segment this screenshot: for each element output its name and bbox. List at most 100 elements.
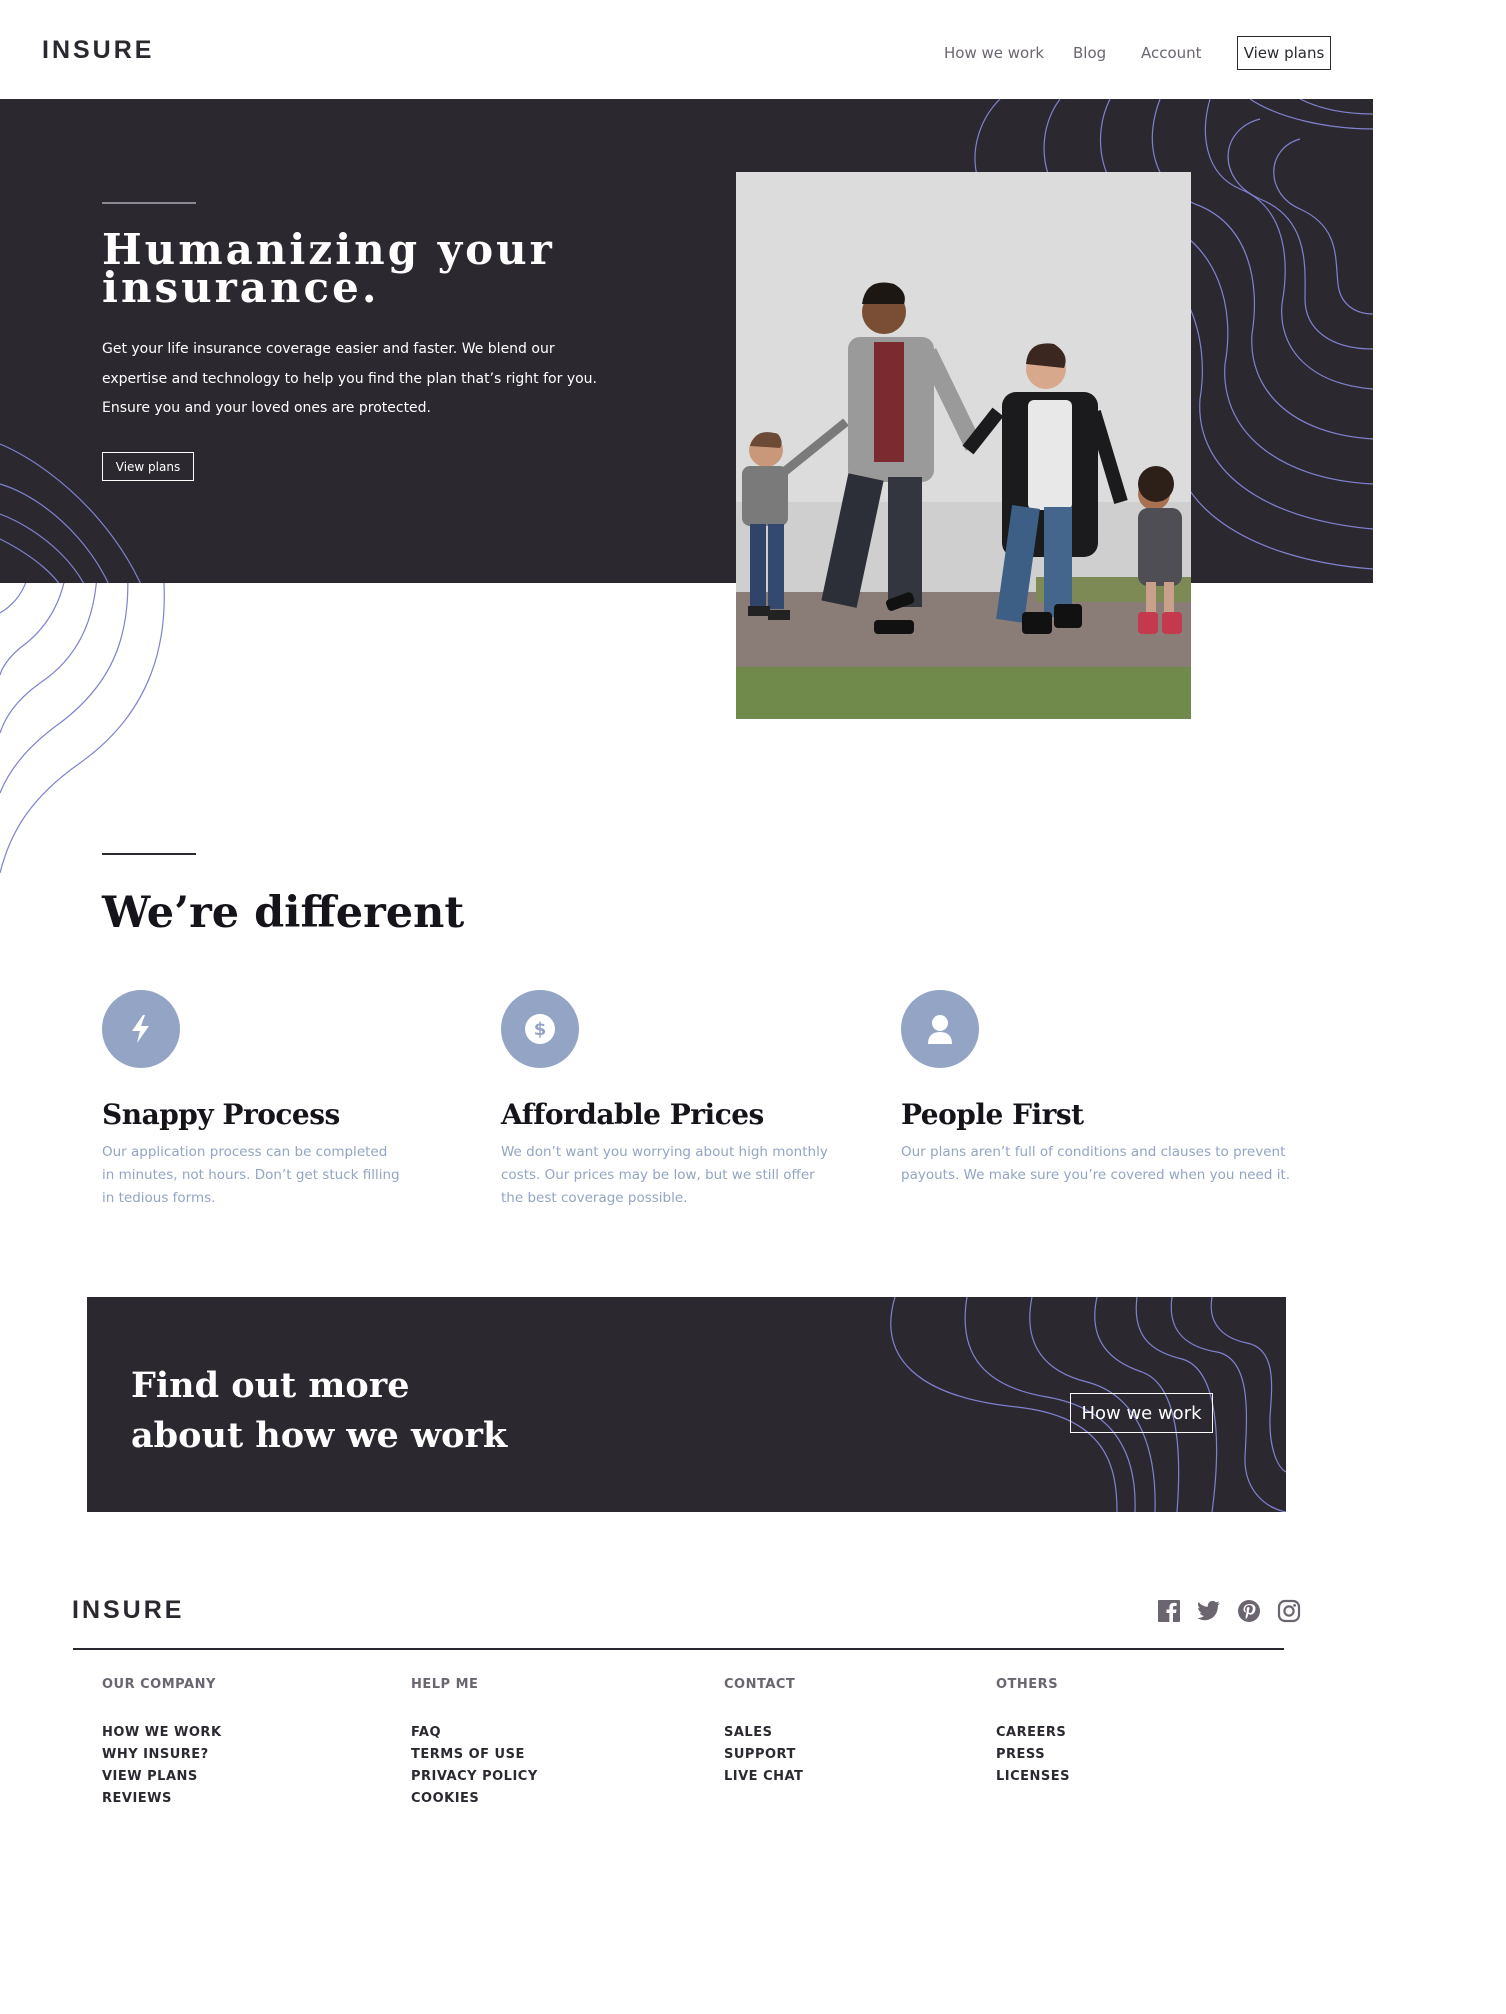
left-contour-lines [0, 583, 165, 873]
footer-link-list: FAQ TERMS OF USE PRIVACY POLICY COOKIES [411, 1722, 538, 1810]
footer-link[interactable]: FAQ [411, 1722, 538, 1744]
feature-card: Snappy Process Our application process c… [102, 990, 492, 1210]
footer-column-heading: HELP ME [411, 1677, 479, 1692]
man-jeans-right [888, 477, 922, 607]
girl-leg [1164, 582, 1174, 617]
facebook-link[interactable] [1156, 1598, 1182, 1624]
contour-line [1227, 118, 1373, 350]
woman-boot [1054, 604, 1082, 628]
footer-link-list: SALES SUPPORT LIVE CHAT [724, 1722, 803, 1788]
facebook-icon [1158, 1600, 1180, 1622]
footer-column-heading: CONTACT [724, 1677, 796, 1692]
footer-link[interactable]: CAREERS [996, 1722, 1070, 1744]
grass [736, 667, 1191, 719]
cta-title-line: Find out more [131, 1365, 410, 1406]
pinterest-icon [1238, 1600, 1260, 1622]
footer-link[interactable]: REVIEWS [102, 1788, 222, 1810]
hero-family-photo [736, 172, 1191, 719]
boy-jeans-right [768, 524, 784, 609]
footer-link[interactable]: PRESS [996, 1744, 1070, 1766]
footer-column-help-me: HELP ME FAQ TERMS OF USE PRIVACY POLICY … [411, 1677, 538, 1810]
footer-link[interactable]: VIEW PLANS [102, 1766, 222, 1788]
feature-title: Snappy Process [102, 1098, 340, 1131]
hero-title: Humanizing your insurance. [102, 229, 622, 309]
footer-link[interactable]: TERMS OF USE [411, 1744, 538, 1766]
footer-link[interactable]: COOKIES [411, 1788, 538, 1810]
boy-jeans-left [750, 524, 766, 609]
feature-title: Affordable Prices [501, 1098, 764, 1131]
footer-column-heading: OTHERS [996, 1677, 1059, 1692]
hero-title-line: insurance. [102, 263, 380, 312]
sidewalk [736, 592, 1191, 672]
footer-divider [73, 1648, 1284, 1650]
main-nav: How we work Blog Account View plans [0, 36, 1506, 72]
pinterest-link[interactable] [1236, 1598, 1262, 1624]
contour-line [1249, 99, 1373, 130]
hero-view-plans-button[interactable]: View plans [102, 452, 194, 481]
feature-card: $ Affordable Prices We don’t want you wo… [501, 990, 891, 1210]
feature-title: People First [901, 1098, 1084, 1131]
girl-leg [1146, 582, 1156, 617]
footer-column-others: OTHERS CAREERS PRESS LICENSES [996, 1677, 1070, 1788]
boy-shoe [748, 606, 770, 616]
footer-link[interactable]: PRIVACY POLICY [411, 1766, 538, 1788]
boy-shirt [742, 466, 788, 526]
view-plans-button[interactable]: View plans [1237, 36, 1331, 70]
footer-link[interactable]: LICENSES [996, 1766, 1070, 1788]
section-title: We’re different [102, 888, 465, 938]
twitter-icon [1197, 1600, 1220, 1621]
feature-text: Our application process can be completed… [102, 1144, 400, 1206]
girl-hair [1138, 466, 1174, 502]
contour-line [0, 538, 60, 583]
contour-line [0, 483, 109, 583]
contour-line [0, 513, 84, 583]
cta-title: Find out more about how we work [131, 1361, 551, 1461]
twitter-link[interactable] [1196, 1598, 1222, 1624]
nav-link-how-we-work[interactable]: How we work [944, 44, 1044, 62]
footer-logo[interactable]: INSURE [72, 1596, 184, 1625]
feature-icon-circle [102, 990, 180, 1068]
instagram-link[interactable] [1276, 1598, 1302, 1624]
footer-column-our-company: OUR COMPANY HOW WE WORK WHY INSURE? VIEW… [102, 1677, 222, 1810]
footer-link[interactable]: LIVE CHAT [724, 1766, 803, 1788]
contour-line [0, 583, 97, 734]
footer-link-list: CAREERS PRESS LICENSES [996, 1722, 1070, 1788]
family-illustration [736, 172, 1191, 719]
girl-dress [1138, 508, 1182, 586]
dollar-coin-icon: $ [525, 1014, 555, 1044]
feature-icon-circle [901, 990, 979, 1068]
hero-divider [102, 202, 196, 204]
hero-description: Get your life insurance coverage easier … [102, 341, 597, 416]
woman-boot [1022, 612, 1052, 634]
instagram-icon [1277, 1599, 1301, 1623]
footer-link[interactable]: HOW WE WORK [102, 1722, 222, 1744]
cta-title-line: about how we work [131, 1415, 508, 1456]
feature-card: People First Our plans aren’t full of co… [901, 990, 1291, 1187]
contour-line [1210, 1297, 1286, 1473]
lightning-icon [132, 1015, 149, 1043]
man-shirt [874, 342, 904, 462]
section-divider [102, 853, 196, 855]
boy-shoe [768, 610, 790, 620]
man-shoe [874, 620, 914, 634]
contour-line [0, 583, 27, 614]
contour-line [0, 583, 65, 676]
feature-text: We don’t want you worrying about high mo… [501, 1144, 828, 1206]
footer-link[interactable]: WHY INSURE? [102, 1744, 222, 1766]
nav-link-blog[interactable]: Blog [1073, 44, 1106, 62]
nav-link-account[interactable]: Account [1141, 44, 1202, 62]
contour-line [1204, 99, 1373, 390]
girl-boot [1162, 612, 1182, 634]
woman-jeans-right [1044, 507, 1072, 617]
how-we-work-button[interactable]: How we work [1070, 1393, 1213, 1433]
footer-link[interactable]: SALES [724, 1722, 803, 1744]
cta-banner: Find out more about how we work How we w… [87, 1297, 1286, 1512]
feature-icon-circle: $ [501, 990, 579, 1068]
contour-line [1299, 99, 1373, 115]
footer-link-list: HOW WE WORK WHY INSURE? VIEW PLANS REVIE… [102, 1722, 222, 1810]
contour-line [1273, 138, 1373, 315]
contour-line [0, 583, 129, 794]
woman-top [1028, 400, 1072, 510]
footer-column-heading: OUR COMPANY [102, 1677, 216, 1692]
footer-link[interactable]: SUPPORT [724, 1744, 803, 1766]
